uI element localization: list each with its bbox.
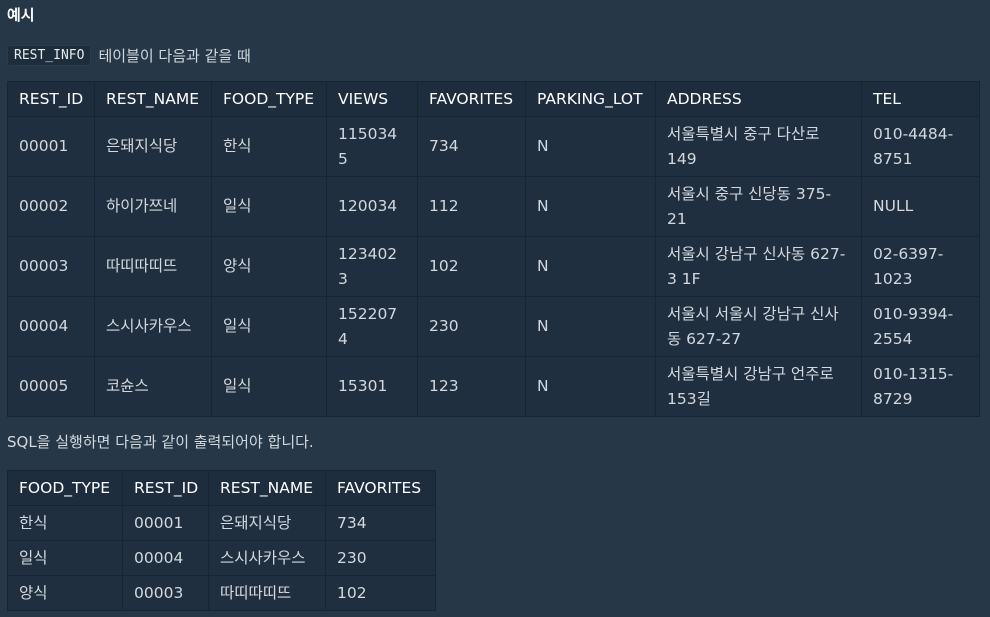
table-cell: N (525, 356, 656, 417)
table-cell: 15301 (326, 356, 418, 417)
table-cell: 일식 (211, 176, 327, 237)
table-cell: 코슌스 (94, 356, 212, 417)
table-cell: 은돼지식당 (208, 505, 326, 541)
table-cell: 1150345 (326, 116, 418, 177)
column-header: REST_NAME (208, 470, 326, 506)
column-header: FOOD_TYPE (7, 470, 123, 506)
table-row: 한식 00001 은돼지식당 734 (7, 505, 436, 541)
column-header: FOOD_TYPE (211, 81, 327, 117)
table-cell: 서울특별시 강남구 언주로 153길 (655, 356, 862, 417)
table-cell: 한식 (211, 116, 327, 177)
table-row: 00002 하이가쯔네 일식 120034 112 N 서울시 중구 신당동 3… (7, 176, 980, 237)
table-cell: 00002 (7, 176, 95, 237)
table-header-row: FOOD_TYPE REST_ID REST_NAME FAVORITES (7, 470, 436, 506)
table-cell: 일식 (7, 540, 123, 576)
column-header: REST_ID (7, 81, 95, 117)
table-cell: 00004 (122, 540, 209, 576)
table-cell: 010-4484-8751 (861, 116, 980, 177)
column-header: FAVORITES (417, 81, 526, 117)
column-header: FAVORITES (325, 470, 436, 506)
intro-text: 테이블이 다음과 같을 때 (98, 46, 251, 65)
table-cell: 따띠따띠뜨 (94, 236, 212, 297)
result-table: FOOD_TYPE REST_ID REST_NAME FAVORITES 한식… (7, 470, 436, 611)
table-row: 양식 00003 따띠따띠뜨 102 (7, 575, 436, 611)
table-row: 일식 00004 스시사카우스 230 (7, 540, 436, 576)
column-header: TEL (861, 81, 980, 117)
table-cell: 하이가쯔네 (94, 176, 212, 237)
table-cell: 스시사카우스 (208, 540, 326, 576)
table-header-row: REST_ID REST_NAME FOOD_TYPE VIEWS FAVORI… (7, 81, 980, 117)
table-row: 00003 따띠따띠뜨 양식 1234023 102 N 서울시 강남구 신사동… (7, 236, 980, 297)
table-cell: 02-6397-1023 (861, 236, 980, 297)
result-description: SQL을 실행하면 다음과 같이 출력되어야 합니다. (7, 433, 314, 451)
table-cell: 일식 (211, 296, 327, 357)
table-row: 00004 스시사카우스 일식 1522074 230 N 서울시 서울시 강남… (7, 296, 980, 357)
table-row: 00005 코슌스 일식 15301 123 N 서울특별시 강남구 언주로 1… (7, 356, 980, 417)
table-cell: N (525, 176, 656, 237)
column-header: VIEWS (326, 81, 418, 117)
table-cell: 00001 (7, 116, 95, 177)
table-cell: 한식 (7, 505, 123, 541)
table-cell: 00001 (122, 505, 209, 541)
section-heading: 예시 (7, 6, 35, 24)
column-header: PARKING_LOT (525, 81, 656, 117)
table-cell: 120034 (326, 176, 418, 237)
column-header: ADDRESS (655, 81, 862, 117)
table-cell: 00004 (7, 296, 95, 357)
table-cell: 서울시 강남구 신사동 627-3 1F (655, 236, 862, 297)
table-cell: 서울시 서울시 강남구 신사동 627-27 (655, 296, 862, 357)
table-name-code: REST_INFO (7, 44, 92, 66)
table-cell: 00005 (7, 356, 95, 417)
table-cell: 서울시 중구 신당동 375-21 (655, 176, 862, 237)
table-cell: 서울특별시 중구 다산로 149 (655, 116, 862, 177)
table-cell: 은돼지식당 (94, 116, 212, 177)
table-cell: 1522074 (326, 296, 418, 357)
table-cell: 112 (417, 176, 526, 237)
table-cell: 양식 (7, 575, 123, 611)
table-cell: 230 (417, 296, 526, 357)
table-cell: 102 (417, 236, 526, 297)
column-header: REST_NAME (94, 81, 212, 117)
table-cell: 스시사카우스 (94, 296, 212, 357)
table-cell: 102 (325, 575, 436, 611)
table-cell: N (525, 236, 656, 297)
column-header: REST_ID (122, 470, 209, 506)
table-cell: 010-9394-2554 (861, 296, 980, 357)
table-cell: 00003 (122, 575, 209, 611)
table-cell: NULL (861, 176, 980, 237)
table-cell: 010-1315-8729 (861, 356, 980, 417)
table-cell: 734 (325, 505, 436, 541)
table-cell: 00003 (7, 236, 95, 297)
table-cell: 양식 (211, 236, 327, 297)
table-cell: 따띠따띠뜨 (208, 575, 326, 611)
table-cell: 230 (325, 540, 436, 576)
table-cell: N (525, 116, 656, 177)
intro-line: REST_INFO 테이블이 다음과 같을 때 (7, 43, 251, 67)
table-cell: 일식 (211, 356, 327, 417)
table-cell: 1234023 (326, 236, 418, 297)
table-cell: 734 (417, 116, 526, 177)
table-cell: N (525, 296, 656, 357)
rest-info-table: REST_ID REST_NAME FOOD_TYPE VIEWS FAVORI… (7, 81, 980, 417)
table-row: 00001 은돼지식당 한식 1150345 734 N 서울특별시 중구 다산… (7, 116, 980, 177)
table-cell: 123 (417, 356, 526, 417)
